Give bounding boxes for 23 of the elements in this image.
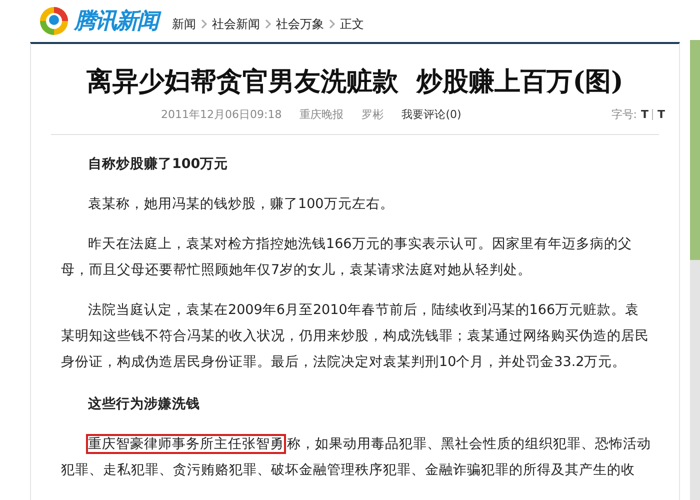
article-title: 离异少妇帮贪官男友洗赃款 炒股赚上百万(图) bbox=[86, 66, 624, 99]
chevron-icon bbox=[200, 18, 208, 30]
breadcrumb-link[interactable]: 新闻 bbox=[172, 16, 196, 32]
news-source[interactable]: 重庆晚报 bbox=[300, 107, 344, 122]
breadcrumb-link[interactable]: 社会万象 bbox=[276, 16, 324, 32]
chevron-icon bbox=[328, 18, 336, 30]
logo-icon bbox=[38, 5, 70, 37]
highlight-box: 重庆智豪律师事务所主任张智勇 bbox=[88, 436, 284, 452]
author-name: 罗彬 bbox=[362, 107, 384, 122]
publish-time: 2011年12月06日09:18 bbox=[161, 107, 282, 122]
comment-link[interactable]: 我要评论(0) bbox=[402, 107, 462, 122]
article-paragraph: 昨天在法庭上，袁某对检方指控她洗钱166万元的事实表示认可。因家里有年迈多病的父母，而且父母还要帮忙照顾她年仅7岁的女儿，袁某请求法庭对她从轻判处。 bbox=[61, 235, 633, 280]
section-heading: 这些行为涉嫌洗钱 bbox=[87, 395, 201, 414]
font-size-button[interactable]: T bbox=[657, 108, 665, 121]
article-paragraph: 袁某称，她用冯某的钱炒股，赚了100万元左右。 bbox=[87, 195, 395, 214]
breadcrumb-link[interactable]: 正文 bbox=[340, 16, 364, 32]
font-size-label: 字号: bbox=[611, 107, 637, 122]
article-paragraph: 重庆智豪律师事务所主任张智勇 称，如果动用毒品犯罪、黑社会性质的组织犯罪、恐怖活动犯罪、走私犯罪、贪污贿赂犯罪、破坏金融管理秩序犯罪、金融诈骗犯罪的所得及其产生的收 bbox=[61, 435, 651, 480]
font-size-button[interactable]: T bbox=[640, 108, 648, 121]
chevron-icon bbox=[264, 18, 272, 30]
article-paragraph: 法院当庭认定，袁某在2009年6月至2010年春节前后，陆续收到冯某的166万元赃款。袁某明知这些钱不符合冯某的收入状况，仍用来炒股，构成洗钱罪；袁某通过网络购买伪造的居民身份证，构成伪造居民身份证罪。最后，法院决定对袁某判刑10个月，并处罚金33.2万元。 bbox=[61, 301, 650, 372]
breadcrumb-link[interactable]: 社会新闻 bbox=[212, 16, 260, 32]
section-heading: 自称炒股赚了100万元 bbox=[87, 155, 230, 174]
